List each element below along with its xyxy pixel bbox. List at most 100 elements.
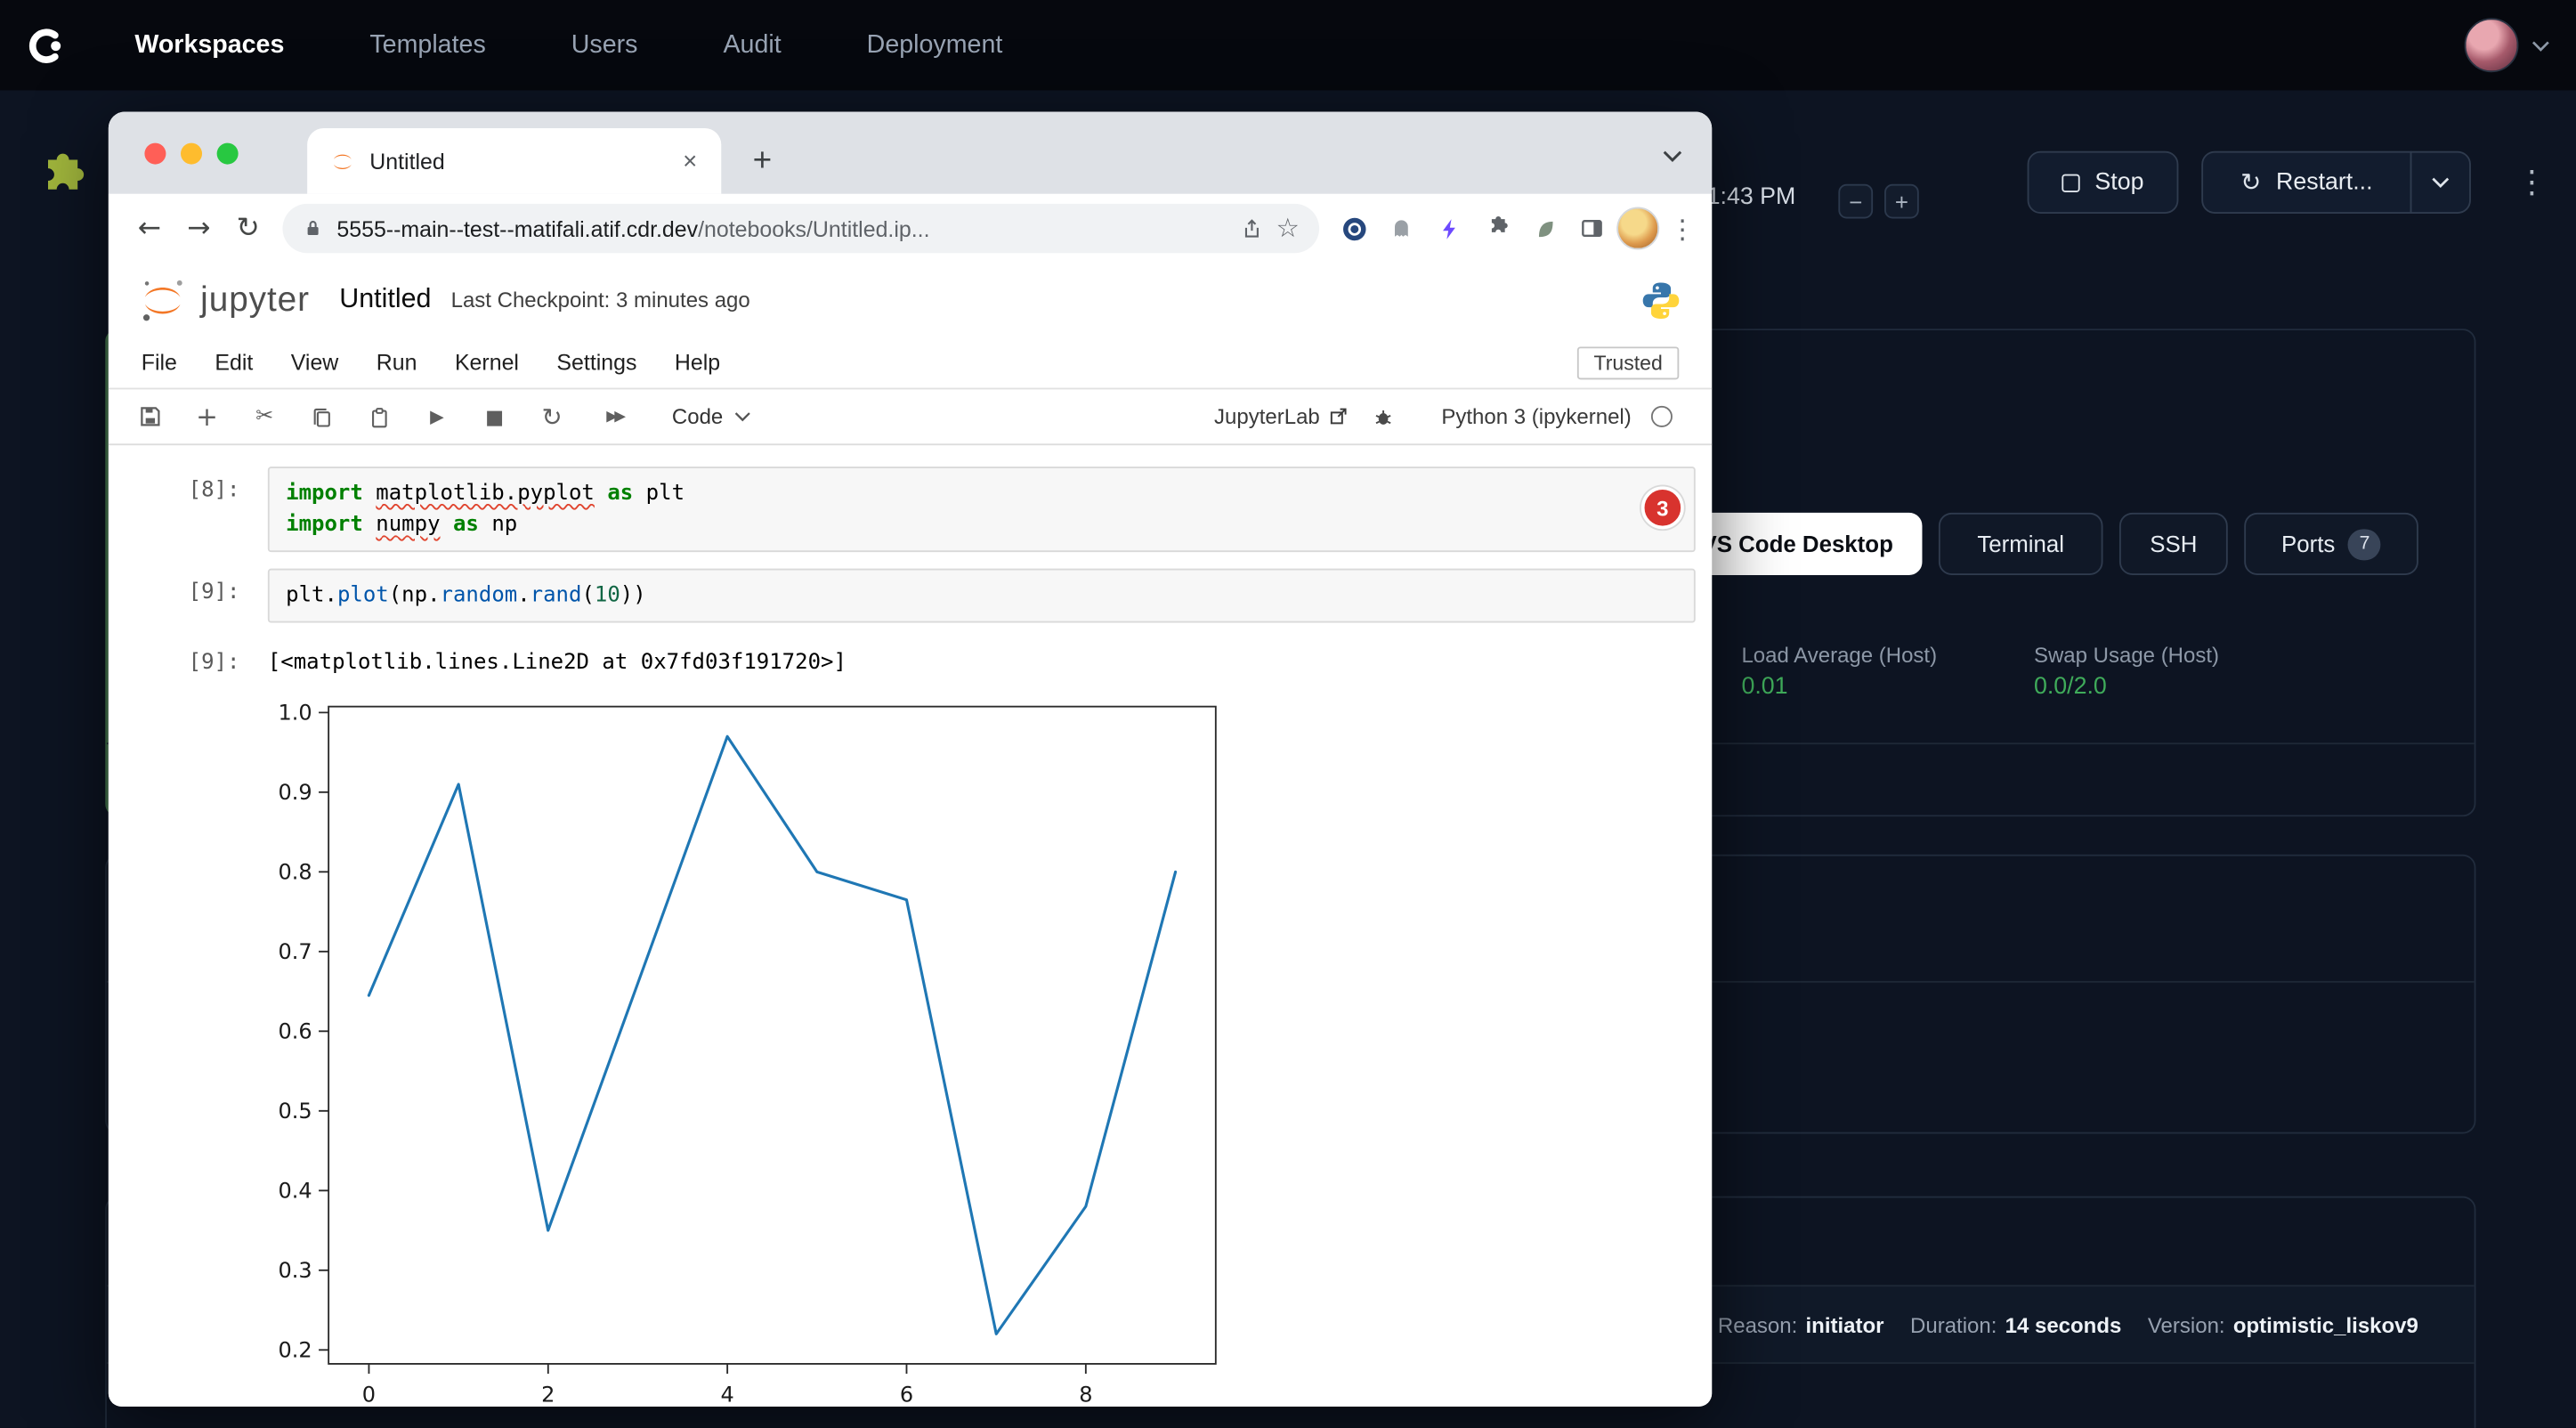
menu-help[interactable]: Help [675,350,720,375]
save-button[interactable] [134,402,164,431]
reload-button[interactable]: ↻ [223,204,272,253]
restart-run-all-button[interactable]: ▶▶ [595,402,634,431]
chevron-down-icon[interactable] [2531,30,2549,60]
jupyter-wordmark: jupyter [200,280,310,320]
nav-item-users[interactable]: Users [571,30,638,60]
nav-item-audit[interactable]: Audit [723,30,781,60]
restart-icon: ↻ [2240,167,2261,197]
notification-badge[interactable]: 3 [1641,486,1684,529]
debugger-icon[interactable] [1369,402,1398,431]
chevron-down-icon [2432,175,2450,189]
restart-workspace-button[interactable]: ↻ Restart... [2201,151,2411,214]
bolt-extension-icon[interactable] [1431,210,1468,247]
copy-cells-button[interactable] [307,402,336,431]
swap-usage-label: Swap Usage (Host) [2034,643,2219,668]
nav-item-templates[interactable]: Templates [369,30,485,60]
extensions-row [1336,210,1610,247]
code-input[interactable]: plt.plot(np.random.rand(10)) [268,569,1696,623]
menu-file[interactable]: File [142,350,177,375]
build-reason: Reason:initiator [1718,1312,1884,1337]
back-button[interactable]: ← [125,204,174,253]
user-avatar[interactable] [2465,18,2519,72]
restart-options-button[interactable] [2410,151,2471,214]
svg-text:4: 4 [721,1382,734,1407]
menu-kernel[interactable]: Kernel [455,350,519,375]
open-in-jupyterlab-link[interactable]: JupyterLab [1214,404,1349,429]
notebook-toolbar: + ✂ ▶ ■ ↻ ▶▶ Code JupyterLab [109,388,1712,446]
share-icon[interactable] [1240,216,1263,241]
matplotlib-line-chart: 0.20.30.40.50.60.70.80.91.002468 [263,695,1248,1407]
notebook-cells: 3 [8]: import matplotlib.pyplot as pltim… [109,445,1712,1407]
tab-search-chevron-icon[interactable] [1663,142,1682,171]
load-average-value: 0.01 [1741,674,1787,701]
fullscreen-window-button[interactable] [217,142,239,164]
decrease-deadline-button[interactable]: − [1838,184,1873,219]
svg-text:0.2: 0.2 [279,1338,312,1363]
forward-button[interactable]: → [174,204,223,253]
stop-icon [2062,174,2079,191]
terminal-button[interactable]: Terminal [1939,513,2103,575]
kernel-name[interactable]: Python 3 (ipykernel) [1441,404,1631,429]
notebook-menubar: File Edit View Run Kernel Settings Help … [109,337,1712,387]
notebook-title[interactable]: Untitled [339,284,431,315]
ssh-button[interactable]: SSH [2119,513,2228,575]
browser-menu-kebab[interactable]: ⋮ [1669,213,1696,244]
cell-type-dropdown[interactable]: Code [672,404,751,429]
new-tab-button[interactable]: + [738,136,787,185]
vscode-desktop-label: VS Code Desktop [1701,531,1892,557]
browser-profile-avatar[interactable] [1616,207,1659,250]
window-controls [109,112,262,194]
restart-kernel-button[interactable]: ↻ [538,402,567,431]
paste-cells-button[interactable] [365,402,394,431]
interrupt-kernel-button[interactable]: ■ [480,402,509,431]
jupyter-favicon [330,149,355,174]
stop-workspace-button[interactable]: Stop [2028,151,2179,214]
increase-deadline-button[interactable]: + [1884,184,1919,219]
svg-text:2: 2 [541,1382,555,1407]
lock-icon[interactable] [303,217,324,240]
screen: Workspaces Templates Users Audit Deploym… [0,0,2576,1428]
browser-tab[interactable]: Untitled × [307,128,721,194]
bookmark-star-icon[interactable]: ☆ [1276,212,1299,245]
workspace-app-puzzle-icon[interactable] [29,151,88,210]
menu-view[interactable]: View [291,350,339,375]
workspace-menu-kebab[interactable]: ⋮ [2510,159,2553,206]
primary-nav: Workspaces Templates Users Audit Deploym… [134,30,1002,60]
nav-item-workspaces[interactable]: Workspaces [134,30,284,60]
menu-edit[interactable]: Edit [215,350,253,375]
minimize-window-button[interactable] [181,142,202,164]
extensions-puzzle-icon[interactable] [1478,210,1515,247]
jupyter-notebook: jupyter Untitled Last Checkpoint: 3 minu… [109,263,1712,1407]
code-input[interactable]: import matplotlib.pyplot as pltimport nu… [268,467,1696,552]
svg-text:0.8: 0.8 [279,860,312,885]
password-manager-icon[interactable] [1336,210,1373,247]
svg-text:0.5: 0.5 [279,1099,312,1124]
ports-label: Ports [2281,531,2335,557]
stop-label: Stop [2094,169,2143,196]
input-prompt: [8]: [109,467,268,552]
code-cell-9: [9]: plt.plot(np.random.rand(10)) [109,569,1696,623]
close-tab-icon[interactable]: × [676,146,705,175]
url-text: 5555--main--test--matifali.atif.cdr.dev/… [336,216,1227,241]
jupyterlab-label: JupyterLab [1214,404,1320,429]
svg-text:0.6: 0.6 [279,1019,312,1044]
svg-text:8: 8 [1079,1382,1092,1407]
coder-logo-icon[interactable] [20,20,69,69]
ports-button[interactable]: Ports 7 [2244,513,2418,575]
cut-cells-button[interactable]: ✂ [250,402,279,431]
trusted-badge[interactable]: Trusted [1577,346,1679,379]
build-duration: Duration:14 seconds [1910,1312,2121,1337]
menu-settings[interactable]: Settings [556,350,636,375]
chevron-down-icon [734,410,750,422]
side-panel-icon[interactable] [1574,210,1610,247]
jupyter-logo-icon[interactable] [138,275,187,324]
close-window-button[interactable] [144,142,166,164]
address-bar[interactable]: 5555--main--test--matifali.atif.cdr.dev/… [282,204,1319,253]
leaf-extension-icon[interactable] [1527,210,1563,247]
menu-run[interactable]: Run [377,350,417,375]
run-cell-button[interactable]: ▶ [422,402,451,431]
svg-text:6: 6 [900,1382,913,1407]
ghost-extension-icon[interactable] [1383,210,1420,247]
insert-cell-button[interactable]: + [192,402,222,431]
nav-item-deployment[interactable]: Deployment [867,30,1003,60]
